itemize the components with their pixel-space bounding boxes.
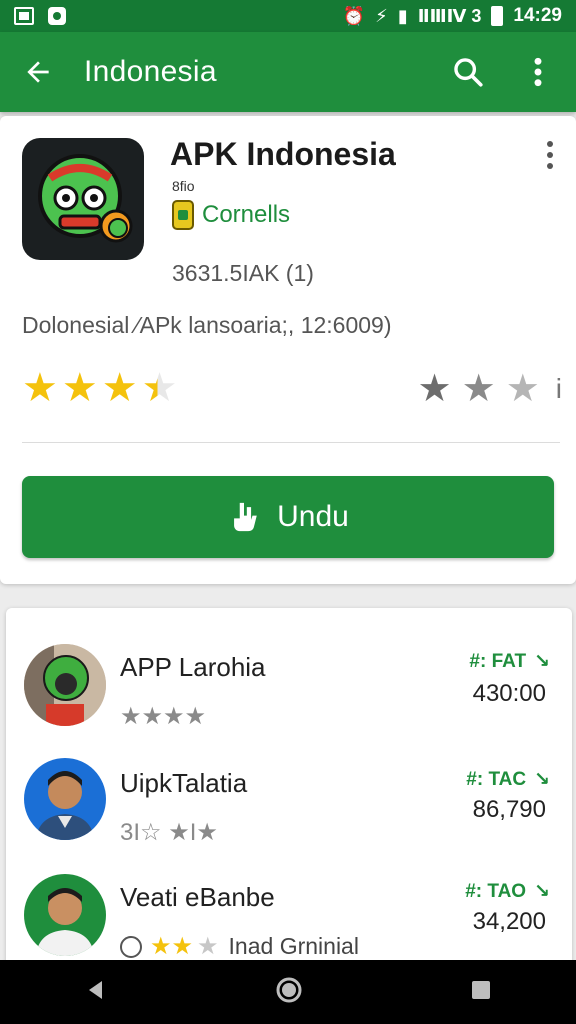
download-hand-icon (234, 502, 257, 532)
star-icon: ★ (22, 366, 58, 410)
list-item-price: 34,200 (472, 908, 546, 935)
rate-this-app[interactable]: ★ ★ ★ i (418, 370, 562, 408)
trend-arrow-icon: ↘ (534, 881, 550, 902)
app-icon (22, 138, 144, 260)
vibrate-icon: ⚡ (375, 5, 388, 26)
home-icon[interactable] (275, 976, 303, 1009)
related-apps-list: APP Larohia ★★★★ #: FAT ↘ 430:00 UipkTal… (6, 608, 572, 968)
rate-star-1-icon[interactable]: ★ (418, 370, 452, 408)
status-bar: ⏰ ⚡ ▮ ⅡⅢⅣ 3 14:29 (0, 0, 576, 32)
list-item[interactable]: UipkTalatia 3I☆ ★I★ #: TAC ↘ 86,790 (6, 754, 572, 864)
list-item-tag: #: FAT ↘ (469, 650, 550, 673)
list-item-rating: 3I☆ ★I★ (120, 819, 218, 846)
list-item-title: Veati eBanbe (120, 882, 275, 912)
developer-row[interactable]: Cornells (172, 200, 290, 230)
rate-star-2-icon[interactable]: ★ (462, 370, 496, 408)
download-count: 3631.5IAK (1) (172, 260, 314, 286)
app-description: Dolonesial ⁄APk lansoaria;, 12:6009) (22, 312, 392, 338)
card-overflow-menu-icon[interactable] (538, 138, 562, 172)
list-item-rating: ★★ ★ Inad Grninial (120, 932, 359, 961)
developer-badge-icon (172, 200, 194, 230)
battery-icon (491, 6, 504, 26)
list-item-rating: ★★★★ (120, 703, 207, 730)
avatar (24, 758, 106, 840)
list-item-tag: #: TAO ↘ (465, 880, 550, 903)
list-item-price: 86,790 (472, 796, 546, 823)
trend-arrow-icon: ↘ (534, 769, 550, 790)
alarm-icon: ⏰ (342, 5, 366, 26)
app-name: APK Indonesia (170, 136, 396, 172)
list-item-title: UipkTalatia (120, 768, 248, 798)
clock-icon (120, 935, 142, 958)
avatar (24, 874, 106, 956)
app-rating-stars: ★ ★ ★ ★ (22, 368, 177, 408)
back-arrow-icon[interactable] (18, 52, 58, 92)
signal-icon: ▮ (397, 5, 408, 26)
list-item[interactable]: APP Larohia ★★★★ #: FAT ↘ 430:00 (6, 640, 572, 750)
list-item-tag: #: TAC ↘ (466, 768, 550, 791)
page-title: Indonesia (84, 55, 217, 88)
app-bar: Indonesia (0, 32, 576, 112)
developer-name[interactable]: Cornells (202, 201, 290, 229)
app-detail-card: APK Indonesia 8fio Cornells 3631.5IAK (1… (0, 116, 576, 584)
empty-star-icon: ★ (197, 933, 219, 960)
list-item-note: Inad Grninial (228, 933, 359, 959)
search-icon[interactable] (448, 52, 488, 92)
star-icon: ★ (101, 366, 138, 410)
install-label: Undu (277, 500, 349, 533)
half-star-icon: ★ (141, 366, 178, 410)
recents-icon[interactable] (470, 979, 492, 1006)
list-item-price: 430:00 (472, 680, 546, 707)
gallery-notification-icon (14, 7, 34, 25)
star-icon: ★ (61, 366, 98, 410)
rate-star-3-icon[interactable]: ★ (506, 370, 540, 408)
trend-arrow-icon: ↘ (534, 651, 550, 672)
list-item-title: APP Larohia (120, 652, 266, 682)
install-button[interactable]: Undu (22, 476, 554, 558)
info-icon[interactable]: i (556, 375, 562, 403)
app-notification-icon (48, 7, 66, 25)
overflow-menu-icon[interactable] (518, 52, 558, 92)
back-icon[interactable] (84, 978, 108, 1007)
system-nav-bar (0, 960, 576, 1024)
network-badge: ⅡⅢⅣ 3 (417, 5, 482, 26)
divider (22, 442, 560, 443)
app-sub-label: 8fio (172, 178, 195, 194)
avatar (24, 644, 106, 726)
status-time: 14:29 (513, 5, 562, 26)
